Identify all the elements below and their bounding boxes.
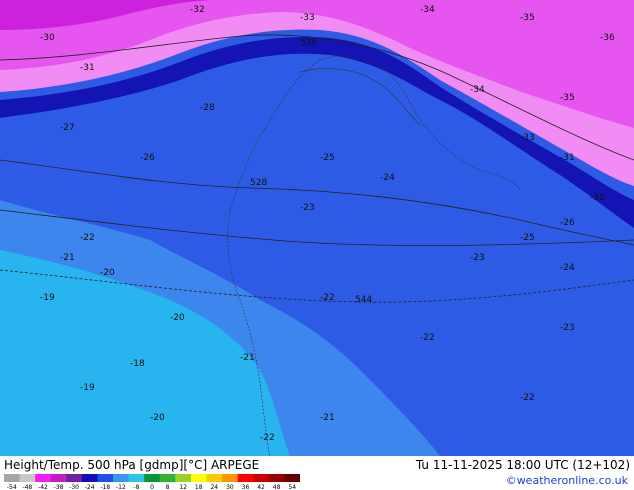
contour-label: -32 <box>190 5 205 15</box>
map-title: Height/Temp. 500 hPa [gdmp][°C] ARPEGE <box>4 458 260 472</box>
color-scale-swatch <box>35 474 52 482</box>
contour-label: -23 <box>560 323 575 333</box>
color-scale-swatch <box>97 474 114 482</box>
color-scale-label: -38 <box>54 484 64 490</box>
contour-label: -20 <box>100 268 115 278</box>
contour-label: -26 <box>140 153 155 163</box>
contour-label: 528 <box>250 178 267 188</box>
weather-map: -30 -31 -32 -33 -34 -35 -36 -35 -34 -33 -31 -30 -28 -… <box>0 0 634 456</box>
color-scale-label: -54 <box>7 484 17 490</box>
color-scale-label: 42 <box>257 484 265 490</box>
color-scale-swatch <box>4 474 20 482</box>
color-scale-label: -24 <box>85 484 95 490</box>
contour-label: -33 <box>300 13 315 23</box>
contour-label: -23 <box>470 253 485 263</box>
contour-label: -18 <box>130 359 145 369</box>
color-scale-swatch <box>50 474 67 482</box>
color-scale-label: 8 <box>166 484 170 490</box>
contour-label: -22 <box>420 333 435 343</box>
color-scale-label: 36 <box>242 484 250 490</box>
contour-label: -22 <box>260 433 275 443</box>
color-scale-swatch <box>66 474 83 482</box>
color-scale-swatch <box>190 474 207 482</box>
color-scale-swatch <box>175 474 192 482</box>
contour-label: -25 <box>520 233 535 243</box>
contour-label: -35 <box>560 93 575 103</box>
color-scale-swatch <box>19 474 36 482</box>
color-scale-label: 54 <box>288 484 296 490</box>
color-scale-swatch <box>81 474 98 482</box>
color-scale-swatch <box>284 474 300 482</box>
color-scale-swatch <box>237 474 254 482</box>
contour-label: -31 <box>80 63 95 73</box>
contour-label: -35 <box>520 13 535 23</box>
contour-label: -21 <box>240 353 255 363</box>
contour-label: -36 <box>600 33 615 43</box>
color-scale-label: 48 <box>273 484 281 490</box>
contour-label: -31 <box>560 153 575 163</box>
contour-label: -22 <box>80 233 95 243</box>
contour-label: -19 <box>40 293 55 303</box>
color-scale-label: 12 <box>179 484 187 490</box>
color-scale-label: 30 <box>226 484 234 490</box>
contour-label: -34 <box>420 5 435 15</box>
run-time: Tu 11-11-2025 18:00 UTC (12+102) <box>415 458 630 472</box>
contour-label: -24 <box>560 263 575 273</box>
color-scale-swatch <box>253 474 270 482</box>
contour-label: -30 <box>590 193 605 203</box>
contour-label: -30 <box>40 33 55 43</box>
contour-label: -20 <box>150 413 165 423</box>
contour-label: 544 <box>355 295 372 305</box>
contour-label: -28 <box>200 103 215 113</box>
color-scale-label: -12 <box>116 484 126 490</box>
color-scale-label: 18 <box>195 484 203 490</box>
credit-link[interactable]: ©weatheronline.co.uk <box>506 474 628 487</box>
contour-label: -33 <box>520 133 535 143</box>
contour-label: -21 <box>60 253 75 263</box>
chart-frame: -30 -31 -32 -33 -34 -35 -36 -35 -34 -33 -31 -30 -28 -… <box>0 0 634 490</box>
color-scale-swatch <box>159 474 176 482</box>
contour-label: 536 <box>300 38 317 48</box>
contour-label: -23 <box>300 203 315 213</box>
contour-label: -21 <box>320 413 335 423</box>
contour-label: -22 <box>520 393 535 403</box>
color-scale-swatch <box>222 474 238 482</box>
color-scale-swatch <box>268 474 285 482</box>
contour-label: -34 <box>470 85 485 95</box>
color-scale-label: -48 <box>22 484 32 490</box>
color-scale-label: 24 <box>210 484 218 490</box>
footer-bar: Height/Temp. 500 hPa [gdmp][°C] ARPEGE T… <box>0 456 634 490</box>
contour-label: -20 <box>170 313 185 323</box>
color-scale-label: -8 <box>133 484 139 490</box>
contour-label: -27 <box>60 123 75 133</box>
color-scale-swatch <box>144 474 161 482</box>
color-scale-label: -18 <box>100 484 110 490</box>
contour-label: -24 <box>380 173 395 183</box>
color-scale-label: -30 <box>69 484 79 490</box>
color-scale: -54 -48 -42 -38 -30 -24 -18 -12 -8 0 8 12 18 24 30 36 42… <box>4 474 300 490</box>
color-scale-swatch <box>128 474 145 482</box>
contour-label: -22 <box>320 293 335 303</box>
color-scale-label: -42 <box>38 484 48 490</box>
contour-label: -19 <box>80 383 95 393</box>
color-scale-swatch <box>206 474 223 482</box>
color-scale-swatch <box>113 474 129 482</box>
contour-label: -26 <box>560 218 575 228</box>
color-scale-label: 0 <box>150 484 154 490</box>
contour-label: -25 <box>320 153 335 163</box>
